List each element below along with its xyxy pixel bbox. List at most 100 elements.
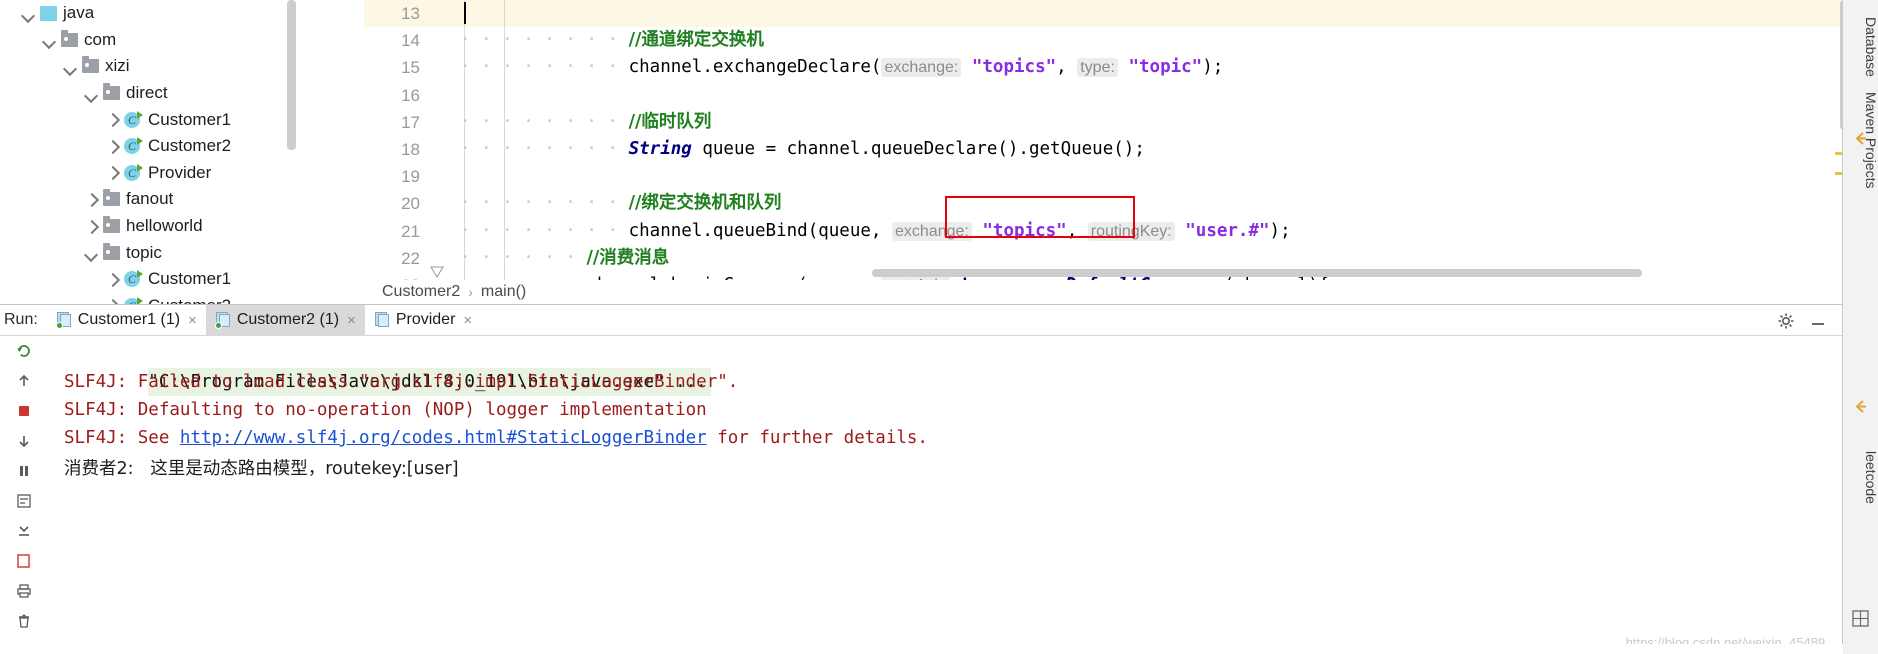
scroll-up-icon[interactable] — [0, 366, 48, 396]
code-line[interactable]: 14 · · · · · · · · //通道绑定交换机 — [364, 27, 1842, 55]
code-token-cmt: //消费消息 — [586, 247, 670, 268]
grid-icon[interactable] — [1852, 610, 1869, 627]
tree-item-customer1[interactable]: C Customer1 — [0, 106, 364, 133]
dock-button-leetcode[interactable]: leetcode — [1843, 420, 1878, 530]
code-token-plain: , — [1056, 57, 1078, 78]
code-line-content: · · · · · · · · //绑定交换机和队列 — [460, 190, 781, 217]
java-class-runnable-icon: C — [124, 270, 143, 288]
code-token-plain: channel.exchangeDeclare( — [628, 57, 882, 78]
code-token-dots: · · · · · · · · — [460, 138, 619, 159]
run-tab-provider[interactable]: Provider × — [365, 305, 481, 336]
code-line[interactable]: 13 — [364, 0, 1842, 28]
tree-item-fanout[interactable]: fanout — [0, 186, 364, 213]
tree-item-label: com — [84, 29, 117, 49]
code-token-dots: · · · · · · — [460, 247, 576, 268]
chevron-right-icon[interactable] — [83, 191, 100, 208]
settings-gear-icon[interactable] — [1777, 312, 1795, 330]
code-line[interactable]: 19 — [364, 163, 1842, 191]
text-caret — [464, 2, 466, 24]
breadcrumb-item-class[interactable]: Customer2 — [382, 283, 460, 301]
run-tool-window: Run: Customer1 (1) × Customer2 (1) × Provide… — [0, 304, 1843, 654]
code-fold-icon[interactable] — [430, 265, 444, 279]
line-number: 22 — [401, 248, 420, 268]
code-line[interactable]: 16 — [364, 81, 1842, 109]
dock-label-leetcode: leetcode — [1863, 450, 1878, 504]
code-line[interactable]: 18 · · · · · · · · String queue = channel… — [364, 135, 1842, 164]
run-tab-bar: Run: Customer1 (1) × Customer2 (1) × Provide… — [0, 304, 1843, 336]
print-icon[interactable] — [0, 576, 48, 606]
tree-item-direct[interactable]: direct — [0, 80, 364, 107]
chevron-right-icon[interactable] — [104, 164, 121, 181]
chevron-down-icon[interactable] — [20, 5, 37, 22]
code-line[interactable]: 17 · · · · · · · · //临时队列 — [364, 108, 1842, 136]
chevron-right-icon[interactable] — [104, 271, 121, 288]
code-line[interactable]: 22 · · · · · · //消费消息 — [364, 244, 1842, 272]
editor-horizontal-scrollbar[interactable] — [872, 269, 1642, 277]
code-token-cls-it: String — [628, 138, 692, 159]
close-icon[interactable]: × — [188, 312, 197, 329]
indent-guide — [504, 81, 505, 109]
code-line[interactable]: 15 · · · · · · · · channel.exchangeDeclar… — [364, 54, 1842, 82]
code-line[interactable]: 21 · · · · · · · · channel.queueBind(queu… — [364, 217, 1842, 245]
console-line: SLF4J: See http://www.slf4j.org/codes.ht… — [48, 424, 1843, 452]
breadcrumb[interactable]: Customer2 › main() — [364, 281, 1842, 303]
delete-icon[interactable] — [0, 606, 48, 636]
chevron-down-icon[interactable] — [83, 244, 100, 261]
tree-item-customer1[interactable]: C Customer1 — [0, 266, 364, 293]
chevron-right-icon[interactable] — [104, 111, 121, 128]
scroll-to-end-icon[interactable] — [0, 516, 48, 546]
folder-icon — [61, 29, 78, 47]
rerun-icon[interactable] — [0, 336, 48, 366]
run-tab-label: Provider — [395, 311, 456, 328]
chevron-down-icon[interactable] — [41, 31, 58, 48]
tree-item-com[interactable]: com — [0, 27, 364, 54]
tree-item-topic[interactable]: topic — [0, 239, 364, 266]
chevron-down-icon[interactable] — [62, 58, 79, 75]
run-tab-customer1[interactable]: Customer1 (1) × — [47, 305, 206, 336]
code-line-content: · · · · · · · · channel.queueBind(queue,… — [460, 218, 1291, 245]
console-line: "C:\Program Files\Java\jdk1.8.0_191\bin\… — [48, 340, 1843, 396]
tree-item-helloworld[interactable]: helloworld — [0, 213, 364, 240]
line-number: 21 — [401, 221, 420, 241]
close-icon[interactable]: × — [347, 312, 356, 329]
chevron-down-icon[interactable] — [83, 85, 100, 102]
tree-item-provider[interactable]: C Provider — [0, 160, 364, 187]
chevron-right-icon[interactable] — [83, 218, 100, 235]
code-token-plain: channel.queueBind(queue, — [628, 220, 892, 241]
run-toolbar[interactable] — [0, 336, 48, 654]
pause-icon[interactable] — [0, 456, 48, 486]
minimize-icon[interactable] — [1809, 312, 1827, 330]
code-line[interactable]: 20 · · · · · · · · //绑定交换机和队列 — [364, 190, 1842, 218]
tree-item-label: Provider — [148, 162, 212, 182]
breadcrumb-item-method[interactable]: main() — [481, 283, 526, 301]
java-class-runnable-icon: C — [124, 163, 143, 182]
code-token-hint: type: — [1077, 58, 1118, 78]
folder-icon — [103, 216, 120, 234]
code-token-hint: routingKey: — [1087, 221, 1175, 241]
soft-wrap-icon[interactable] — [0, 486, 48, 516]
scroll-down-icon[interactable] — [0, 426, 48, 456]
slf4j-doc-link[interactable]: http://www.slf4j.org/codes.html#StaticLo… — [180, 428, 707, 448]
tree-item-java[interactable]: java — [0, 0, 364, 27]
console-output[interactable]: "C:\Program Files\Java\jdk1.8.0_191\bin\… — [48, 336, 1843, 654]
folder-icon — [103, 189, 120, 207]
close-icon[interactable]: × — [463, 312, 472, 329]
chevron-right-icon[interactable] — [104, 138, 121, 155]
project-tree-scrollbar[interactable] — [287, 0, 296, 150]
tree-item-label: fanout — [126, 189, 174, 209]
source-root-icon — [40, 5, 57, 21]
line-number: 16 — [401, 85, 420, 105]
indent-guide — [504, 0, 505, 28]
code-token-dots: · · · · · · · · — [460, 30, 619, 51]
code-token-str: "topic" — [1128, 57, 1203, 78]
tree-item-xizi[interactable]: xizi — [0, 53, 364, 80]
stop-icon[interactable] — [0, 396, 48, 426]
code-editor[interactable]: 13 14 · · · · · · · · //通道绑定交换机 15 · · · · ·… — [364, 0, 1842, 280]
folder-icon — [82, 56, 99, 74]
bookmark-icon[interactable] — [0, 546, 48, 576]
tree-item-label: direct — [126, 83, 168, 103]
run-tab-customer2[interactable]: Customer2 (1) × — [205, 304, 365, 336]
console-line: 消费者2: 这里是动态路由模型，routekey:[user] — [64, 459, 459, 479]
tree-item-customer2[interactable]: C Customer2 — [0, 133, 364, 160]
tree-item-label: xizi — [105, 56, 130, 76]
